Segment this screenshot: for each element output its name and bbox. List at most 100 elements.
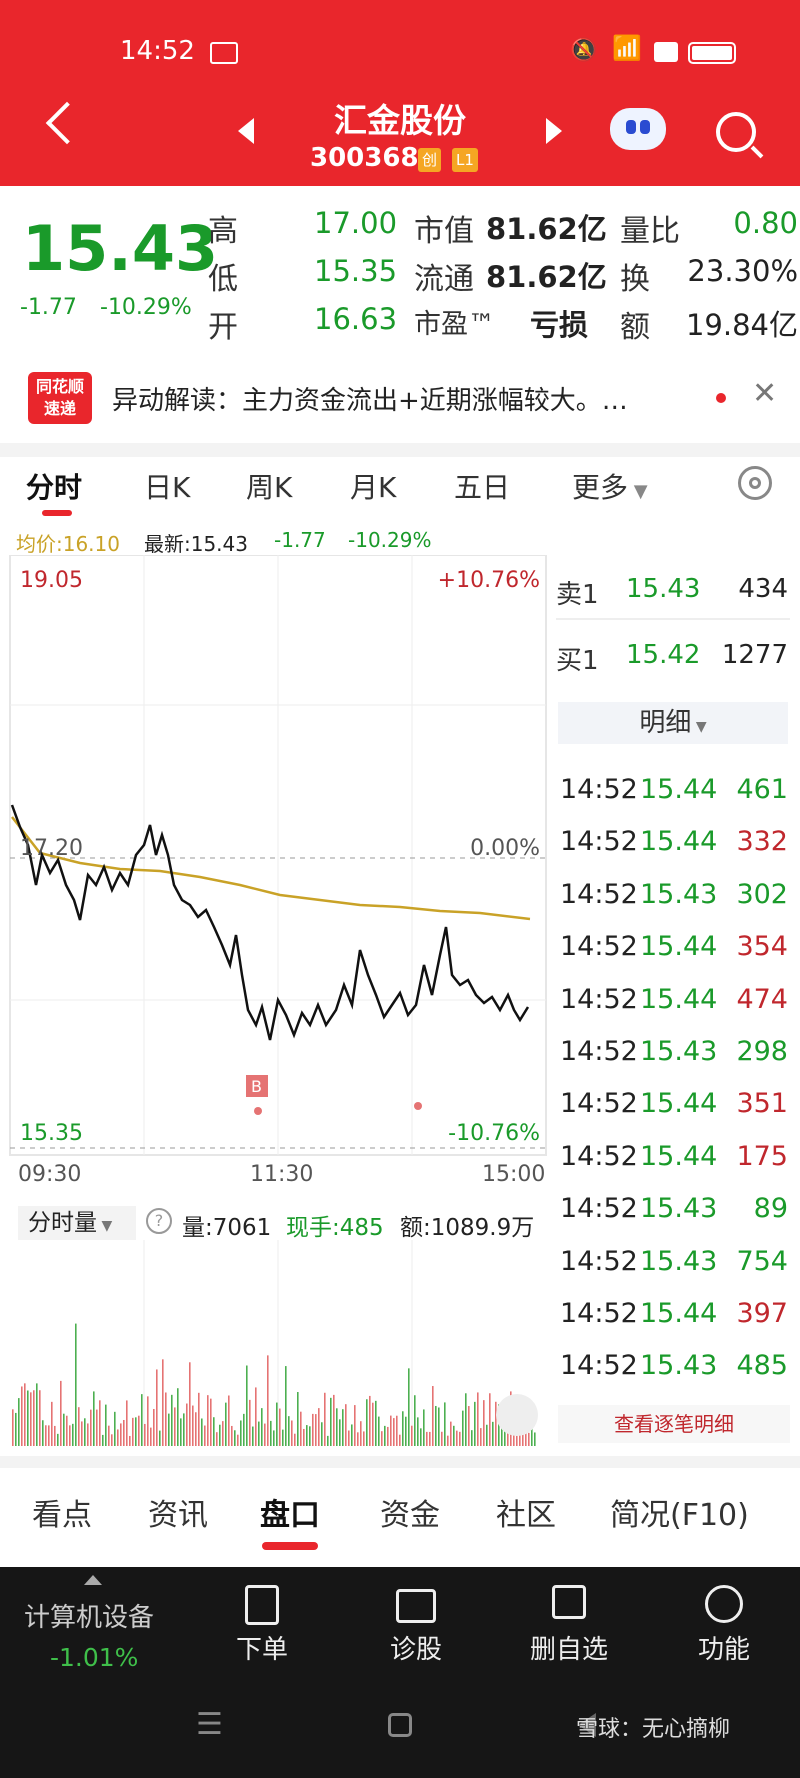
tick-price: 15.44	[640, 931, 718, 963]
tick-time: 14:52	[560, 774, 638, 805]
high-label: 高	[208, 214, 238, 249]
volume-selector[interactable]: 分时量 ▼	[18, 1206, 136, 1240]
expand-icon[interactable]	[496, 1394, 538, 1436]
volume-bar	[66, 1415, 68, 1446]
tab-profile-f10[interactable]: 简况(F10)	[610, 1490, 749, 1534]
pe-label: 市盈™	[414, 309, 495, 340]
volume-bar	[438, 1407, 440, 1446]
tab-highlights[interactable]: 看点	[32, 1490, 92, 1534]
tick-row: 14:52 15.43 754	[558, 1246, 790, 1286]
view-all-ticks-link[interactable]: 查看逐笔明细	[558, 1405, 790, 1443]
volume-bar	[369, 1395, 371, 1446]
volume-bar	[435, 1405, 437, 1446]
tick-price: 15.44	[640, 1088, 718, 1120]
chevron-down-icon: ▼	[97, 1218, 113, 1234]
volume-bar	[162, 1359, 164, 1446]
volume-ratio-value: 0.80	[733, 206, 798, 240]
x-start-label: 09:30	[18, 1162, 81, 1187]
volume-bar	[108, 1425, 110, 1446]
tick-time: 14:52	[560, 1088, 638, 1120]
volume-bar	[465, 1393, 467, 1446]
tick-time: 14:52	[560, 1245, 638, 1277]
news-logo-line2: 速递	[43, 399, 76, 418]
volume-bar	[447, 1435, 449, 1446]
tab-daily-k[interactable]: 日K	[144, 466, 190, 506]
tab-intraday[interactable]: 分时	[26, 466, 82, 506]
news-ticker[interactable]: 异动解读：主力资金流出+近期涨幅较大。…	[112, 380, 628, 417]
intraday-chart[interactable]: B 19.05 +10.76% 17.20 0.00% 15.35 -10.76…	[0, 555, 550, 1195]
volume-bar	[96, 1409, 98, 1446]
volume-bar	[18, 1398, 20, 1446]
volume-bar	[480, 1428, 482, 1446]
volume-bar	[429, 1431, 431, 1446]
next-stock-icon[interactable]	[546, 118, 562, 144]
latest-price: 最新:15.43	[144, 532, 248, 556]
back-icon[interactable]	[45, 101, 89, 145]
sim-x-icon	[654, 42, 678, 62]
volume-bar	[267, 1355, 269, 1446]
volume-bar	[483, 1400, 485, 1446]
tick-row: 14:52 15.44 397	[558, 1298, 790, 1338]
y-bot-label: 15.35	[20, 1121, 83, 1146]
tab-news[interactable]: 资讯	[148, 1490, 208, 1534]
volume-bar	[477, 1392, 479, 1446]
home-icon[interactable]	[388, 1713, 412, 1737]
search-icon[interactable]	[716, 112, 756, 152]
sector-name[interactable]: 计算机设备	[24, 1597, 154, 1634]
tab-funds[interactable]: 资金	[380, 1490, 440, 1534]
volume-bar	[21, 1386, 23, 1446]
volume-bar	[222, 1421, 224, 1446]
app-screen: 14:52 🔕 📶 汇金股份 300368 创 L1 15.43 -1.77 -…	[0, 0, 800, 1778]
volume-bar	[15, 1412, 17, 1446]
volume-bar	[456, 1430, 458, 1446]
tick-volume: 397	[736, 1298, 788, 1329]
x-end-label: 15:00	[482, 1162, 545, 1187]
tab-monthly-k[interactable]: 月K	[350, 466, 396, 506]
close-icon[interactable]: ✕	[752, 376, 777, 411]
divider	[0, 443, 800, 457]
volume-bar	[387, 1426, 389, 1446]
volume-bar	[468, 1406, 470, 1446]
recent-apps-icon[interactable]: ☰	[196, 1707, 223, 1742]
volume-bar	[357, 1432, 359, 1446]
volume-bar	[75, 1323, 77, 1446]
tab-weekly-k[interactable]: 周K	[246, 466, 292, 506]
remove-favorite-button[interactable]: 删自选	[524, 1585, 614, 1666]
tick-price: 15.43	[640, 1036, 718, 1067]
price-line	[10, 804, 530, 1041]
tick-price: 15.43	[640, 1193, 718, 1225]
tab-community[interactable]: 社区	[496, 1490, 556, 1534]
volume-bar	[345, 1404, 347, 1446]
volume-bar	[180, 1418, 182, 1446]
tick-row: 14:52 15.44 351	[558, 1088, 790, 1128]
volume-bar	[141, 1394, 143, 1446]
order-label: 下单	[235, 1635, 288, 1665]
diagnose-button[interactable]: 诊股	[376, 1585, 456, 1666]
settings-icon[interactable]	[738, 466, 772, 500]
volume-bar	[36, 1383, 38, 1446]
tick-row: 14:52 15.44 474	[558, 984, 790, 1024]
help-icon[interactable]: ?	[146, 1208, 172, 1234]
unread-dot	[716, 393, 726, 403]
tab-five-day[interactable]: 五日	[454, 466, 510, 506]
volume-bar	[327, 1435, 329, 1446]
robot-assistant-icon[interactable]	[610, 108, 666, 150]
level-badge: L1	[452, 148, 478, 172]
battery-icon	[688, 42, 736, 64]
detail-selector[interactable]: 明细 ▼	[558, 702, 788, 744]
volume-bar	[258, 1421, 260, 1446]
volume-bar	[417, 1417, 419, 1446]
volume-bar	[42, 1420, 44, 1446]
tab-more[interactable]: 更多 ▼	[572, 466, 648, 506]
function-button[interactable]: 功能	[684, 1585, 764, 1666]
expand-up-icon[interactable]	[84, 1575, 102, 1585]
order-button[interactable]: 下单	[222, 1585, 302, 1666]
mcap-label: 市值	[414, 214, 474, 249]
volume-bars	[12, 1323, 536, 1446]
volume-amount: 额:1089.9万	[400, 1215, 535, 1241]
volume-bar	[381, 1431, 383, 1446]
volume-bar	[171, 1394, 173, 1446]
volume-bar	[99, 1400, 101, 1446]
volume-bar	[189, 1362, 191, 1446]
tab-order-book[interactable]: 盘口	[260, 1490, 320, 1534]
